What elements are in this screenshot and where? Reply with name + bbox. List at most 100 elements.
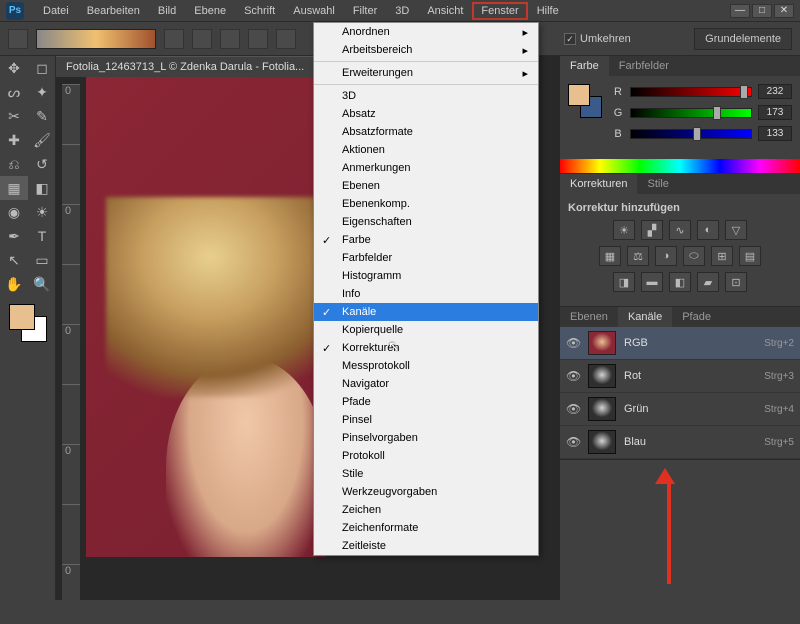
menu-datei[interactable]: Datei — [34, 2, 78, 20]
menu-item-pinsel[interactable]: Pinsel — [314, 411, 538, 429]
gradient-angle-icon[interactable] — [220, 29, 240, 49]
brush-tool[interactable]: 🖌 — [28, 128, 56, 152]
stamp-tool[interactable]: ⎌ — [0, 152, 28, 176]
levels-icon[interactable]: ▞ — [641, 220, 663, 240]
canvas[interactable] — [86, 77, 326, 557]
menu-item-anmerkungen[interactable]: Anmerkungen — [314, 159, 538, 177]
gradient-map-icon[interactable]: ▰ — [697, 272, 719, 292]
color-swatches[interactable] — [9, 304, 47, 342]
visibility-icon[interactable]: 👁 — [566, 336, 580, 350]
channel-rgb[interactable]: 👁RGBStrg+2 — [560, 327, 800, 360]
menu-item-aktionen[interactable]: Aktionen — [314, 141, 538, 159]
menu-item-korrekturen[interactable]: ✓Korrekturen — [314, 339, 538, 357]
menu-item-messprotokoll[interactable]: Messprotokoll — [314, 357, 538, 375]
wand-tool[interactable]: ✦ — [28, 80, 56, 104]
type-tool[interactable]: T — [28, 224, 56, 248]
gradient-preview[interactable] — [36, 29, 156, 49]
balance-icon[interactable]: ⚖ — [627, 246, 649, 266]
menu-item-absatz[interactable]: Absatz — [314, 105, 538, 123]
visibility-icon[interactable]: 👁 — [566, 369, 580, 383]
exposure-icon[interactable]: ◐ — [697, 220, 719, 240]
pen-tool[interactable]: ✒ — [0, 224, 28, 248]
menu-item-farbfelder[interactable]: Farbfelder — [314, 249, 538, 267]
menu-item-zeitleiste[interactable]: Zeitleiste — [314, 537, 538, 555]
dodge-tool[interactable]: ☀ — [28, 200, 56, 224]
invert-icon[interactable]: ◨ — [613, 272, 635, 292]
foreground-swatch[interactable] — [9, 304, 35, 330]
slider-b[interactable]: B133 — [612, 126, 792, 141]
hand-tool[interactable]: ✋ — [0, 272, 28, 296]
menu-item-erweiterungen[interactable]: Erweiterungen▸ — [314, 64, 538, 82]
channel-grün[interactable]: 👁GrünStrg+4 — [560, 393, 800, 426]
gradient-linear-icon[interactable] — [164, 29, 184, 49]
menu-auswahl[interactable]: Auswahl — [284, 2, 344, 20]
menu-ansicht[interactable]: Ansicht — [418, 2, 472, 20]
document-tab[interactable]: Fotolia_12463713_L © Zdenka Darula - Fot… — [56, 56, 314, 77]
menu-ebene[interactable]: Ebene — [185, 2, 235, 20]
tool-preset-icon[interactable] — [8, 29, 28, 49]
menu-bearbeiten[interactable]: Bearbeiten — [78, 2, 149, 20]
menu-item-zeichenformate[interactable]: Zeichenformate — [314, 519, 538, 537]
crop-tool[interactable]: ✂ — [0, 104, 28, 128]
gradient-tool[interactable]: ▦ — [0, 176, 28, 200]
menu-item-ebenenkomp[interactable]: Ebenenkomp. — [314, 195, 538, 213]
eyedropper-tool[interactable]: ✎ — [28, 104, 56, 128]
menu-item-protokoll[interactable]: Protokoll — [314, 447, 538, 465]
posterize-icon[interactable]: ▬ — [641, 272, 663, 292]
menu-item-werkzeugvorgaben[interactable]: Werkzeugvorgaben — [314, 483, 538, 501]
menu-item-arbeitsbereich[interactable]: Arbeitsbereich▸ — [314, 41, 538, 59]
channel-rot[interactable]: 👁RotStrg+3 — [560, 360, 800, 393]
menu-schrift[interactable]: Schrift — [235, 2, 284, 20]
color-spectrum[interactable] — [560, 159, 800, 173]
gradient-diamond-icon[interactable] — [276, 29, 296, 49]
lookup-icon[interactable]: ▤ — [739, 246, 761, 266]
workspace-switcher[interactable]: Grundelemente — [694, 28, 792, 50]
menu-3d[interactable]: 3D — [386, 2, 418, 20]
tab-farbe[interactable]: Farbe — [560, 56, 609, 76]
photo-filter-icon[interactable]: ⬭ — [683, 246, 705, 266]
blur-tool[interactable]: ◉ — [0, 200, 28, 224]
menu-item-kanle[interactable]: ✓Kanäle — [314, 303, 538, 321]
selective-icon[interactable]: ⊡ — [725, 272, 747, 292]
slider-r[interactable]: R232 — [612, 84, 792, 99]
menu-fenster[interactable]: Fenster — [472, 2, 527, 20]
gradient-radial-icon[interactable] — [192, 29, 212, 49]
mixer-icon[interactable]: ⊞ — [711, 246, 733, 266]
vibrance-icon[interactable]: ▽ — [725, 220, 747, 240]
lasso-tool[interactable]: ᔕ — [0, 80, 28, 104]
tab-stile[interactable]: Stile — [637, 174, 678, 194]
tab-kanaele[interactable]: Kanäle — [618, 307, 672, 327]
gradient-reflected-icon[interactable] — [248, 29, 268, 49]
channel-blau[interactable]: 👁BlauStrg+5 — [560, 426, 800, 459]
brightness-icon[interactable]: ☀ — [613, 220, 635, 240]
slider-g[interactable]: G173 — [612, 105, 792, 120]
zoom-tool[interactable]: 🔍 — [28, 272, 56, 296]
menu-bild[interactable]: Bild — [149, 2, 185, 20]
marquee-tool[interactable]: ◻ — [28, 56, 56, 80]
tab-korrekturen[interactable]: Korrekturen — [560, 174, 637, 194]
menu-item-anordnen[interactable]: Anordnen▸ — [314, 23, 538, 41]
menu-item-ebenen[interactable]: Ebenen — [314, 177, 538, 195]
history-brush-tool[interactable]: ↺ — [28, 152, 56, 176]
shape-tool[interactable]: ▭ — [28, 248, 56, 272]
move-tool[interactable]: ✥ — [0, 56, 28, 80]
menu-item-kopierquelle[interactable]: Kopierquelle — [314, 321, 538, 339]
menu-filter[interactable]: Filter — [344, 2, 386, 20]
menu-item-stile[interactable]: Stile — [314, 465, 538, 483]
menu-item-pinselvorgaben[interactable]: Pinselvorgaben — [314, 429, 538, 447]
menu-item-absatzformate[interactable]: Absatzformate — [314, 123, 538, 141]
menu-item-eigenschaften[interactable]: Eigenschaften — [314, 213, 538, 231]
menu-item-histogramm[interactable]: Histogramm — [314, 267, 538, 285]
color-swatch-pair[interactable] — [568, 84, 602, 118]
close-button[interactable]: ✕ — [774, 4, 794, 18]
menu-item-farbe[interactable]: ✓Farbe — [314, 231, 538, 249]
eraser-tool[interactable]: ◧ — [28, 176, 56, 200]
threshold-icon[interactable]: ◧ — [669, 272, 691, 292]
tab-farbfelder[interactable]: Farbfelder — [609, 56, 679, 76]
menu-item-pfade[interactable]: Pfade — [314, 393, 538, 411]
minimize-button[interactable]: — — [730, 4, 750, 18]
tab-pfade[interactable]: Pfade — [672, 307, 721, 327]
tab-ebenen[interactable]: Ebenen — [560, 307, 618, 327]
menu-item-info[interactable]: Info — [314, 285, 538, 303]
heal-tool[interactable]: ✚ — [0, 128, 28, 152]
